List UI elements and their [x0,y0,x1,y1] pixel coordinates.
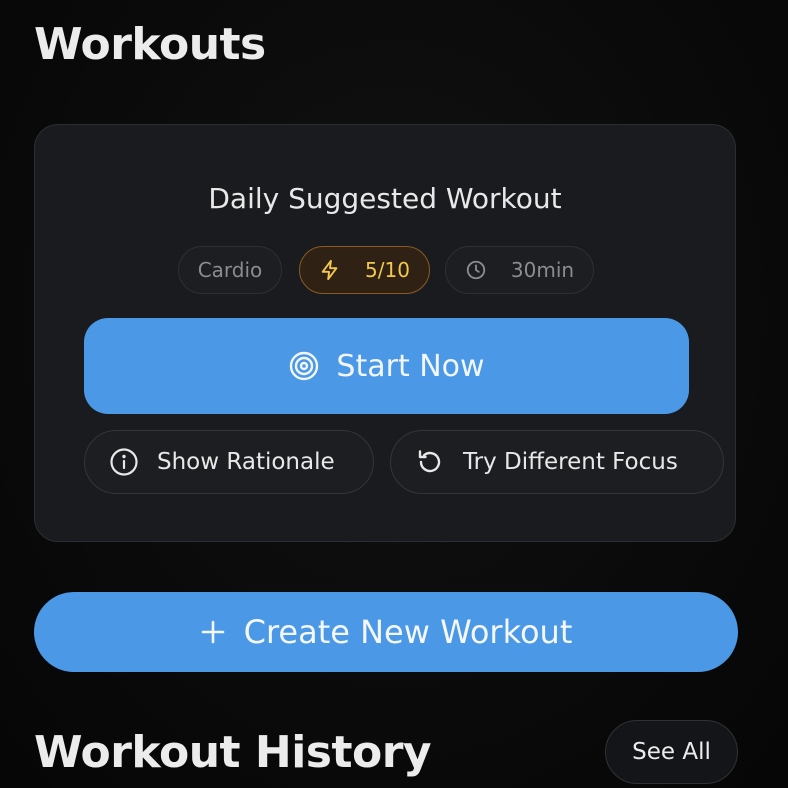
create-new-workout-button[interactable]: Create New Workout [34,592,738,672]
show-rationale-button[interactable]: Show Rationale [84,430,374,494]
intensity-label: 5/10 [365,258,410,282]
intensity-tag: 5/10 [299,246,430,294]
workout-type-label: Cardio [197,258,263,282]
suggested-workout-card: Daily Suggested Workout Cardio 5/10 30mi… [34,124,736,542]
page-title: Workouts [34,19,266,70]
workout-history-title: Workout History [34,727,432,778]
clock-icon [465,259,487,281]
show-rationale-label: Show Rationale [157,449,335,475]
workouts-screen: Workouts Daily Suggested Workout Cardio … [0,0,788,788]
plus-icon [200,619,226,645]
try-different-focus-button[interactable]: Try Different Focus [390,430,724,494]
duration-label: 30min [510,258,575,282]
target-icon [288,350,320,382]
refresh-icon [415,447,445,477]
lightning-icon [319,259,341,281]
start-now-button[interactable]: Start Now [84,318,689,414]
workout-type-tag: Cardio [178,246,282,294]
try-different-focus-label: Try Different Focus [463,449,678,475]
start-now-label: Start Now [336,348,485,384]
suggested-workout-title: Daily Suggested Workout [208,182,562,215]
duration-tag: 30min [445,246,594,294]
info-icon [109,447,139,477]
see-all-button[interactable]: See All [605,720,738,784]
see-all-label: See All [632,739,711,765]
create-new-workout-label: Create New Workout [243,613,573,651]
